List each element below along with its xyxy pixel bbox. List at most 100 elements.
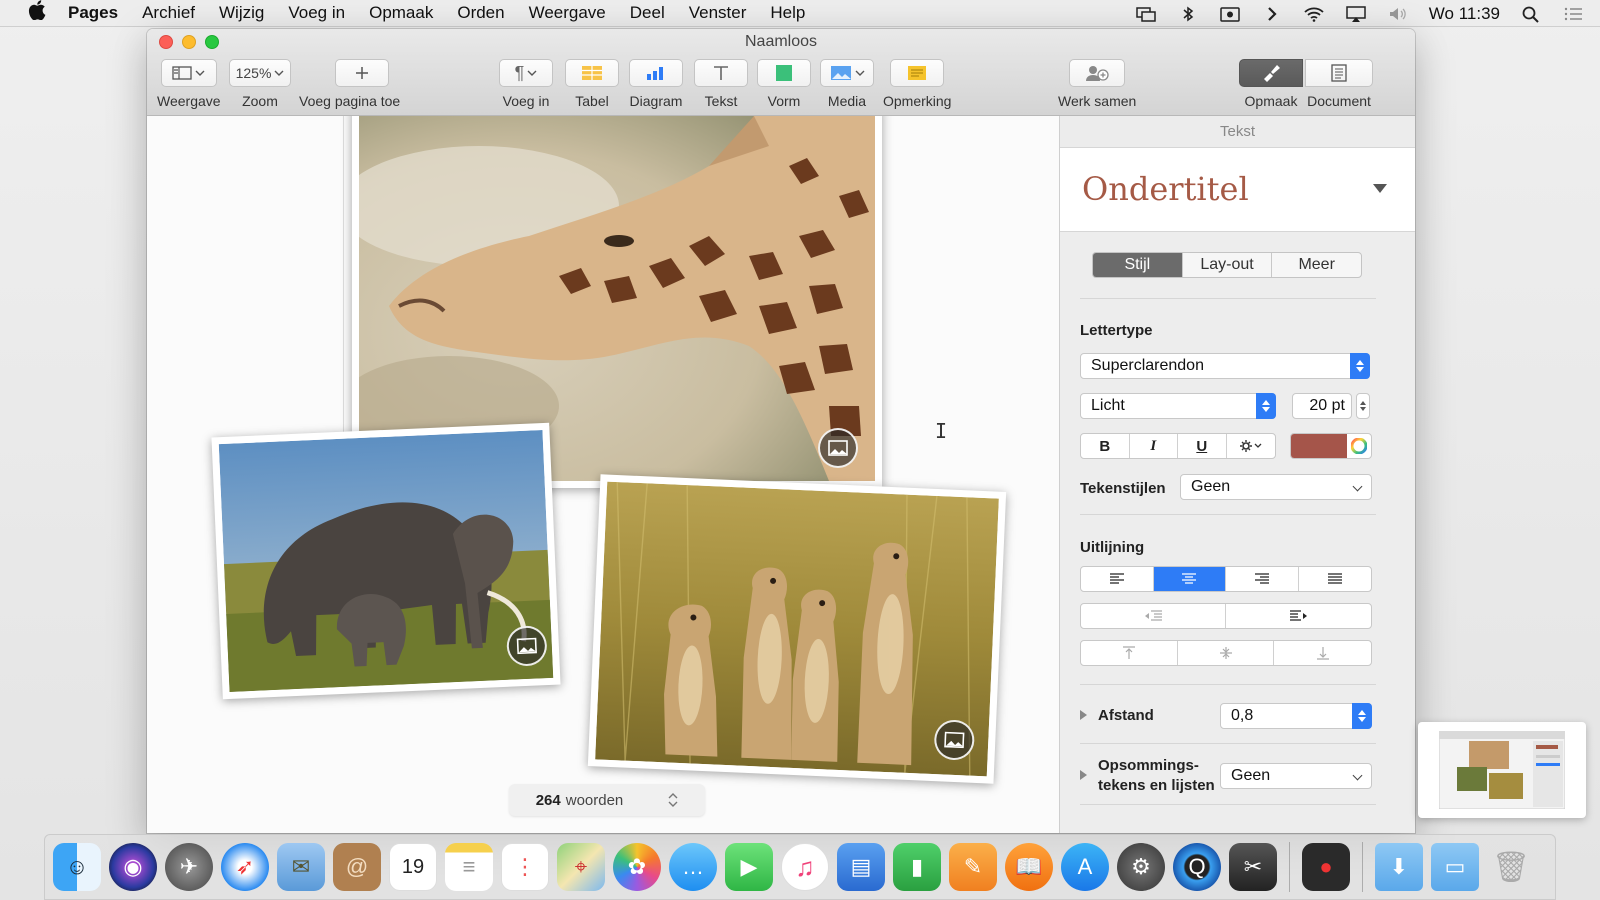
align-top-button[interactable] — [1081, 641, 1178, 665]
chevron-right-icon[interactable] — [1261, 5, 1283, 23]
menu-voeg-in[interactable]: Voeg in — [288, 3, 345, 23]
document-canvas[interactable]: I 264 woorden — [147, 116, 1059, 833]
justify-button[interactable] — [1299, 567, 1372, 591]
menu-wijzig[interactable]: Wijzig — [219, 3, 264, 23]
spacing-select[interactable]: 0,8 — [1220, 703, 1372, 729]
contacts-icon[interactable]: @ — [333, 843, 381, 891]
menu-help[interactable]: Help — [770, 3, 805, 23]
media-button[interactable] — [820, 59, 874, 87]
color-wheel-icon[interactable] — [1347, 434, 1371, 458]
bold-button[interactable]: B — [1081, 434, 1130, 458]
airplay-icon[interactable] — [1345, 5, 1367, 23]
photo-booth-icon[interactable]: ✂ — [1229, 843, 1277, 891]
menu-opmaak[interactable]: Opmaak — [369, 3, 433, 23]
menu-weergave[interactable]: Weergave — [529, 3, 606, 23]
shape-button[interactable] — [757, 59, 811, 87]
numbers-icon[interactable]: ▮ — [893, 843, 941, 891]
volume-icon[interactable] — [1387, 5, 1409, 23]
menu-venster[interactable]: Venster — [689, 3, 747, 23]
screen-record-icon[interactable] — [1219, 5, 1241, 23]
paragraph-style-picker[interactable]: Ondertitel — [1060, 148, 1415, 232]
spotlight-search-icon[interactable] — [1520, 5, 1542, 23]
disclosure-triangle-icon[interactable] — [1080, 770, 1087, 780]
triangle-down-icon[interactable] — [1373, 184, 1387, 193]
finder-icon[interactable]: ☺ — [53, 843, 101, 891]
zoom-select[interactable]: 125% — [229, 59, 291, 87]
text-color-well[interactable] — [1290, 433, 1372, 459]
font-family-select[interactable]: Superclarendon — [1080, 353, 1370, 379]
screenshot-thumbnail[interactable] — [1418, 722, 1586, 818]
meerkat-photo[interactable] — [587, 474, 1007, 784]
collaborate-button[interactable] — [1069, 59, 1126, 87]
menu-deel[interactable]: Deel — [630, 3, 665, 23]
comment-button[interactable] — [890, 59, 945, 87]
wifi-icon[interactable] — [1303, 5, 1325, 23]
sidebar-view-icon — [172, 66, 192, 80]
menu-orden[interactable]: Orden — [457, 3, 504, 23]
giraffe-media-placeholder-icon[interactable] — [818, 428, 858, 468]
tab-lay-out[interactable]: Lay-out — [1183, 253, 1273, 277]
decrease-indent-button[interactable] — [1081, 604, 1226, 628]
align-bottom-button[interactable] — [1274, 641, 1371, 665]
siri-icon[interactable]: ◉ — [109, 843, 157, 891]
facetime-icon[interactable]: ▶ — [725, 843, 773, 891]
add-page-button[interactable] — [335, 59, 390, 87]
calendar-icon[interactable]: 19 — [389, 843, 437, 891]
text-color-swatch[interactable] — [1291, 434, 1347, 458]
font-size-stepper[interactable] — [1356, 393, 1370, 419]
app-store-icon[interactable]: A — [1061, 843, 1109, 891]
insert-button[interactable]: ¶ — [499, 59, 553, 87]
menu-clock[interactable]: Wo 11:39 — [1429, 4, 1500, 24]
pages-dock-icon[interactable]: ✎ — [949, 843, 997, 891]
font-weight-select[interactable]: Licht — [1080, 393, 1276, 419]
apple-menu-icon[interactable] — [24, 0, 50, 26]
word-count-suffix: woorden — [565, 791, 624, 809]
font-size-field[interactable]: 20 pt — [1292, 393, 1352, 419]
applications-folder-icon[interactable]: ▭ — [1431, 843, 1479, 891]
underline-button[interactable]: U — [1178, 434, 1227, 458]
messages-icon[interactable]: … — [669, 843, 717, 891]
keynote-icon[interactable]: ▤ — [837, 843, 885, 891]
reminders-icon[interactable]: ⋮ — [501, 843, 549, 891]
downloads-folder-icon[interactable]: ⬇ — [1375, 843, 1423, 891]
notification-center-icon[interactable] — [1562, 5, 1584, 23]
text-button[interactable] — [694, 59, 748, 87]
screen-mirror-icon[interactable] — [1135, 5, 1157, 23]
tab-stijl[interactable]: Stijl — [1093, 253, 1183, 277]
mail-icon[interactable]: ✉ — [277, 843, 325, 891]
notes-icon[interactable]: ≡ — [445, 843, 493, 891]
document-button[interactable] — [1305, 59, 1373, 87]
view-button[interactable] — [160, 59, 217, 87]
elephant-photo[interactable] — [211, 422, 561, 700]
chart-button[interactable] — [629, 59, 683, 87]
launchpad-icon[interactable]: ✈ — [165, 843, 213, 891]
trash-icon[interactable]: 🗑 — [1487, 843, 1535, 891]
quicktime-icon[interactable]: Q — [1173, 843, 1221, 891]
text-options-button[interactable] — [1227, 434, 1276, 458]
align-left-button[interactable] — [1081, 567, 1154, 591]
tab-meer[interactable]: Meer — [1272, 253, 1361, 277]
screen-recorder-icon[interactable]: ● — [1302, 843, 1350, 891]
align-center-button[interactable] — [1153, 567, 1226, 591]
ibooks-icon[interactable]: 📖 — [1005, 843, 1053, 891]
document-page[interactable]: I 264 woorden — [147, 116, 1059, 833]
italic-button[interactable]: I — [1130, 434, 1178, 458]
char-styles-select[interactable]: Geen — [1180, 474, 1372, 500]
itunes-icon[interactable]: ♫ — [781, 843, 829, 891]
align-right-button[interactable] — [1226, 567, 1299, 591]
bar-chart-icon — [647, 67, 663, 80]
menu-archief[interactable]: Archief — [142, 3, 195, 23]
increase-indent-button[interactable] — [1226, 604, 1371, 628]
table-button[interactable] — [565, 59, 619, 87]
maps-icon[interactable]: ⌖ — [557, 843, 605, 891]
format-button[interactable] — [1239, 59, 1303, 87]
system-preferences-icon[interactable]: ⚙ — [1117, 843, 1165, 891]
word-count-control[interactable]: 264 woorden — [509, 784, 705, 816]
disclosure-triangle-icon[interactable] — [1080, 710, 1087, 720]
photos-icon[interactable]: ✿ — [613, 843, 661, 891]
menu-app-pages[interactable]: Pages — [68, 3, 118, 23]
bluetooth-icon[interactable] — [1177, 5, 1199, 23]
safari-icon[interactable]: ➶ — [221, 843, 269, 891]
bullets-select[interactable]: Geen — [1220, 763, 1372, 789]
align-middle-button[interactable] — [1178, 641, 1275, 665]
